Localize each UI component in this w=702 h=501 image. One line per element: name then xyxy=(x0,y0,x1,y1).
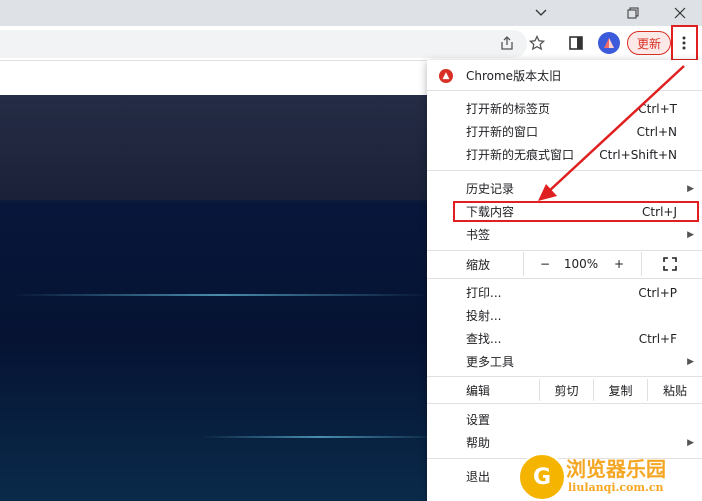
watermark-url: liulanqi.com.cn xyxy=(568,481,664,494)
watermark-title: 浏览器乐园 xyxy=(566,457,666,481)
watermark-logo: G xyxy=(518,453,566,501)
watermark: G 浏览器乐园 liulanqi.com.cn xyxy=(514,449,702,501)
annotation-arrow xyxy=(538,65,685,201)
